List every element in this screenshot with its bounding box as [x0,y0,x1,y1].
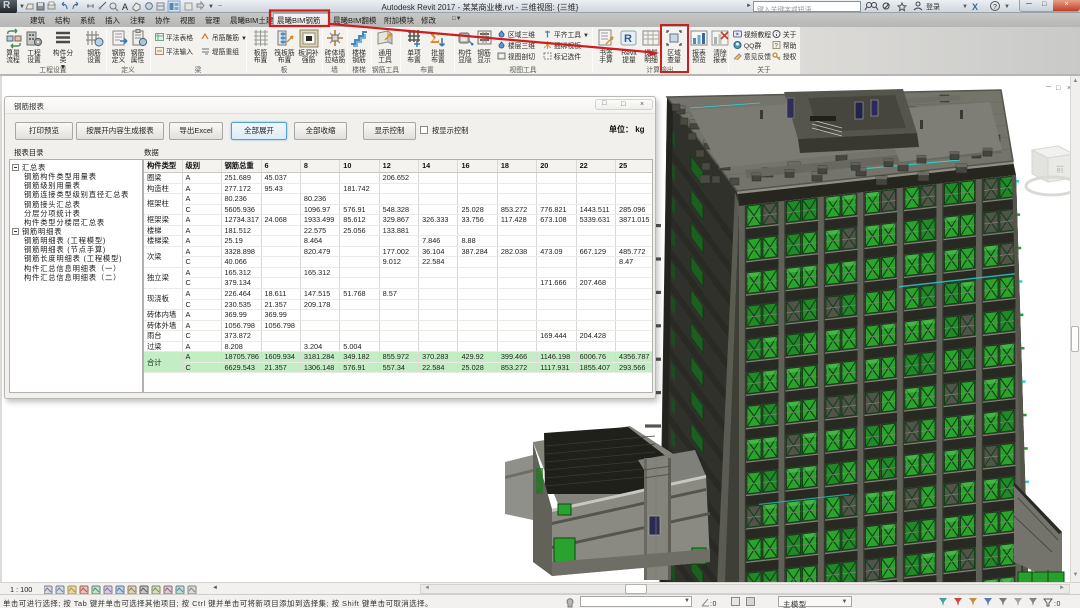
svg-text::0: :0 [710,601,717,608]
svg-text::0: :0 [1054,601,1061,608]
svg-text:前: 前 [1056,164,1064,174]
